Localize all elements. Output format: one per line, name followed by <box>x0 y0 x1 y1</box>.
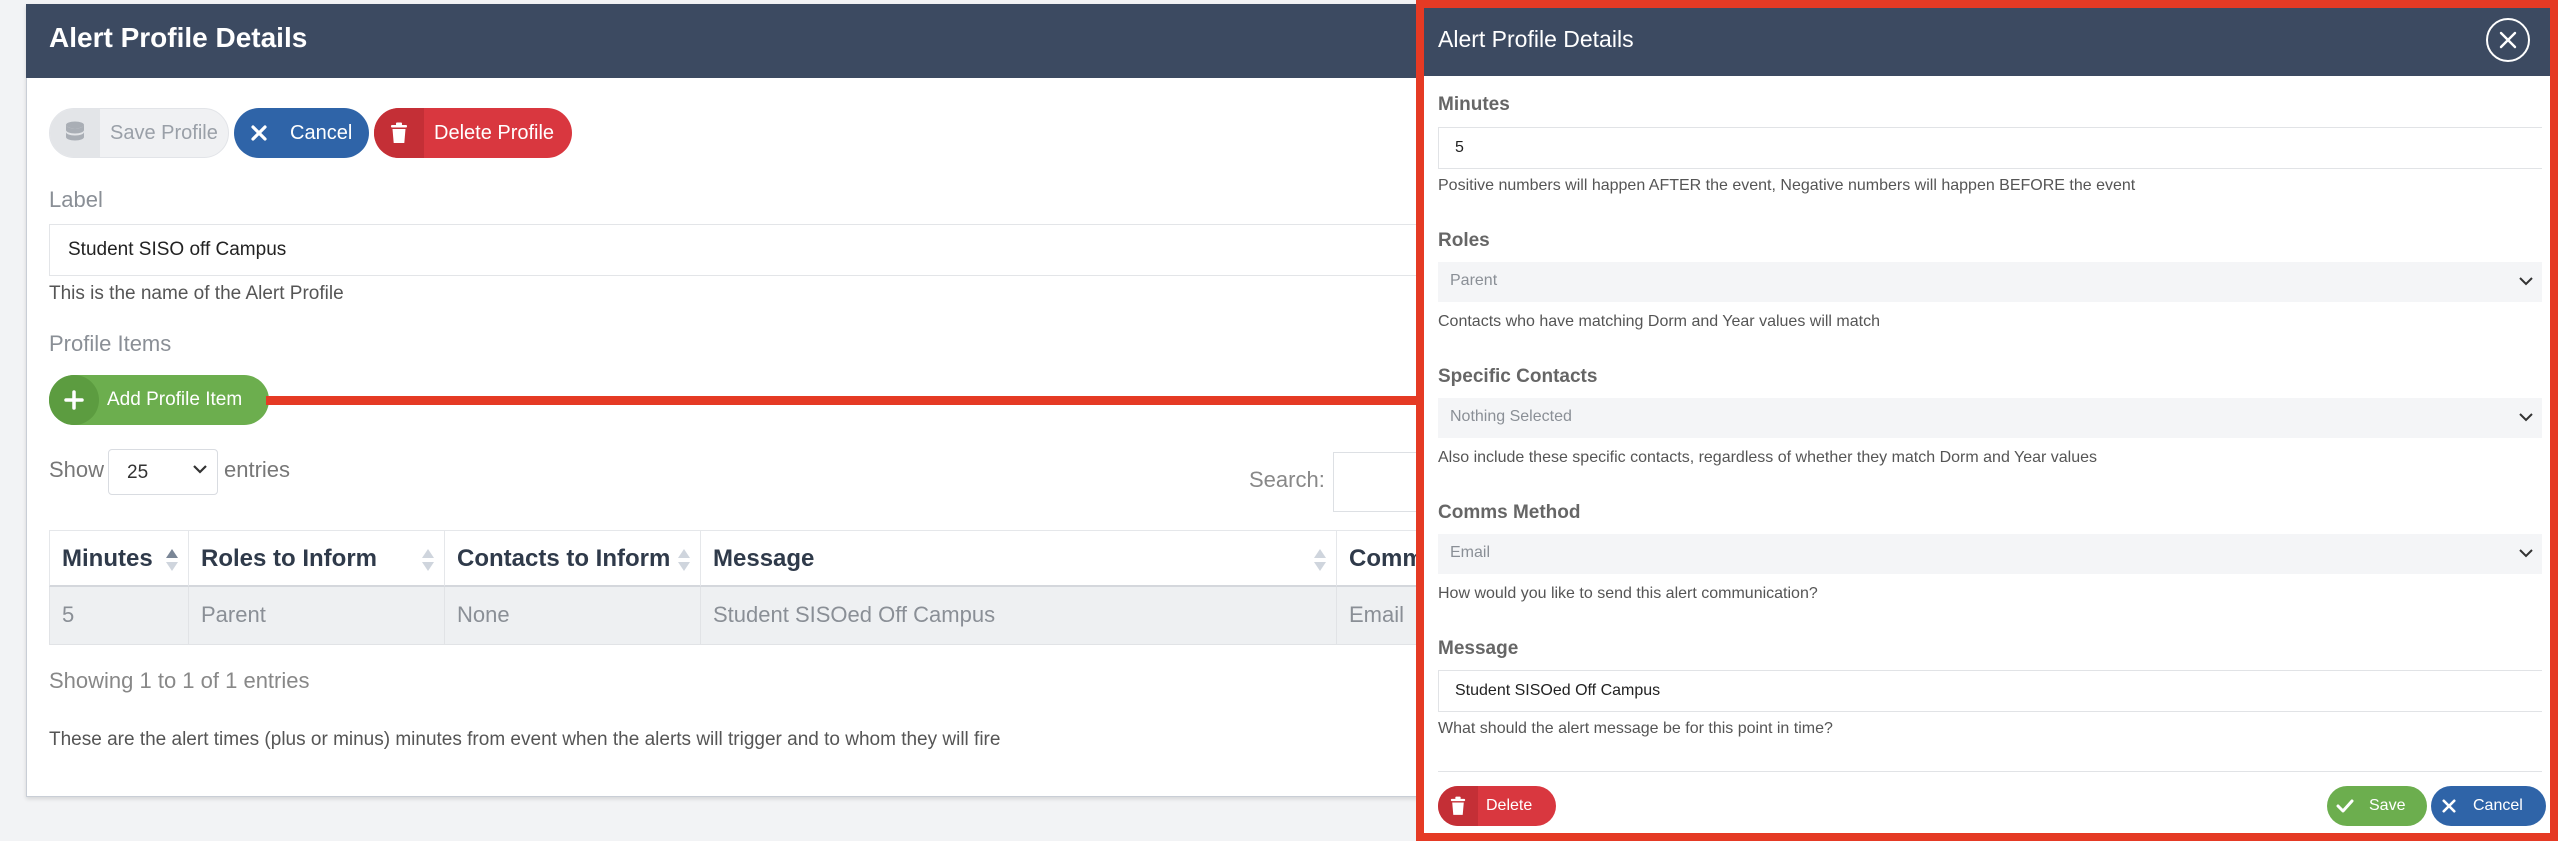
roles-label: Roles <box>1438 230 1490 251</box>
minutes-label: Minutes <box>1438 94 1510 115</box>
page-title: Alert Profile Details <box>49 22 308 53</box>
table-info: Showing 1 to 1 of 1 entries <box>49 668 310 693</box>
modal-footer-divider <box>1438 771 2542 772</box>
search-label: Search: <box>1249 467 1325 492</box>
highlight-connector <box>266 396 1416 405</box>
column-header-roles[interactable]: Roles to Inform <box>189 530 445 587</box>
entries-value: 25 <box>127 462 149 483</box>
show-label: Show <box>49 457 105 482</box>
sort-icon <box>678 549 690 573</box>
sort-icon <box>166 549 178 573</box>
close-icon <box>234 108 284 158</box>
entries-label: entries <box>224 457 291 482</box>
table-cell-comms[interactable]: Email <box>1337 587 1427 645</box>
comms-method-select[interactable]: Email <box>1438 534 2542 574</box>
plus-icon <box>49 375 99 425</box>
message-input[interactable]: Student SISOed Off Campus <box>1438 670 2542 712</box>
trash-icon <box>1438 786 1478 826</box>
save-label: Save <box>2369 797 2406 814</box>
delete-profile-button[interactable]: Delete Profile <box>374 108 572 158</box>
profile-items-heading: Profile Items <box>49 331 172 356</box>
modal-cancel-button[interactable]: Cancel <box>2431 786 2546 826</box>
delete-label: Delete <box>1486 797 1533 814</box>
modal-cancel-label: Cancel <box>2473 797 2523 814</box>
cancel-button[interactable]: Cancel <box>234 108 369 158</box>
delete-profile-label: Delete Profile <box>434 121 555 144</box>
label-help-text: This is the name of the Alert Profile <box>49 283 344 304</box>
modal-title: Alert Profile Details <box>1438 26 1634 52</box>
trash-icon <box>374 108 424 158</box>
message-label: Message <box>1438 638 1519 659</box>
save-profile-label: Save Profile <box>110 121 218 144</box>
specific-contacts-select[interactable]: Nothing Selected <box>1438 398 2542 438</box>
specific-contacts-value: Nothing Selected <box>1450 408 1572 425</box>
label-heading: Label <box>49 187 103 212</box>
column-label: Contacts to Inform <box>457 545 671 572</box>
column-label: Message <box>713 545 815 572</box>
table-cell-minutes[interactable]: 5 <box>49 587 189 645</box>
column-label: Comm <box>1349 545 1424 572</box>
roles-select[interactable]: Parent <box>1438 262 2542 302</box>
comms-method-label: Comms Method <box>1438 502 1581 523</box>
close-icon <box>2431 786 2467 826</box>
add-profile-item-label: Add Profile Item <box>107 389 243 410</box>
footnote-text: These are the alert times (plus or minus… <box>49 729 1001 750</box>
delete-button[interactable]: Delete <box>1438 786 1556 826</box>
close-circle-icon[interactable] <box>2486 18 2530 62</box>
column-label: Minutes <box>62 545 153 572</box>
cancel-label: Cancel <box>290 121 353 144</box>
message-help-text: What should the alert message be for thi… <box>1438 720 1833 737</box>
table-cell-contacts[interactable]: None <box>445 587 701 645</box>
sort-icon <box>422 549 434 573</box>
add-profile-item-button[interactable]: Add Profile Item <box>49 375 269 425</box>
roles-help-text: Contacts who have matching Dorm and Year… <box>1438 313 1880 330</box>
column-header-message[interactable]: Message <box>701 530 1337 587</box>
label-input[interactable]: Student SISO off Campus <box>49 224 1429 276</box>
chevron-down-icon <box>2518 410 2534 428</box>
check-icon <box>2327 786 2363 826</box>
sort-icon <box>1314 549 1326 573</box>
roles-value: Parent <box>1450 272 1498 289</box>
comms-method-help-text: How would you like to send this alert co… <box>1438 585 1818 602</box>
specific-contacts-help-text: Also include these specific contacts, re… <box>1438 449 2098 466</box>
comms-method-value: Email <box>1450 544 1491 561</box>
column-header-minutes[interactable]: Minutes <box>49 530 189 587</box>
chevron-down-icon <box>2518 546 2534 564</box>
minutes-help-text: Positive numbers will happen AFTER the e… <box>1438 177 2136 194</box>
save-profile-button[interactable]: Save Profile <box>49 108 229 158</box>
search-input[interactable] <box>1333 452 1423 512</box>
chevron-down-icon <box>192 462 208 480</box>
column-header-comms[interactable]: Comm <box>1337 530 1427 587</box>
chevron-down-icon <box>2518 274 2534 292</box>
column-header-contacts[interactable]: Contacts to Inform <box>445 530 701 587</box>
database-icon <box>50 109 100 157</box>
save-button[interactable]: Save <box>2327 786 2427 826</box>
specific-contacts-label: Specific Contacts <box>1438 366 1598 387</box>
minutes-input[interactable]: 5 <box>1438 127 2542 169</box>
column-label: Roles to Inform <box>201 545 378 572</box>
table-cell-message[interactable]: Student SISOed Off Campus <box>701 587 1337 645</box>
table-cell-roles[interactable]: Parent <box>189 587 445 645</box>
